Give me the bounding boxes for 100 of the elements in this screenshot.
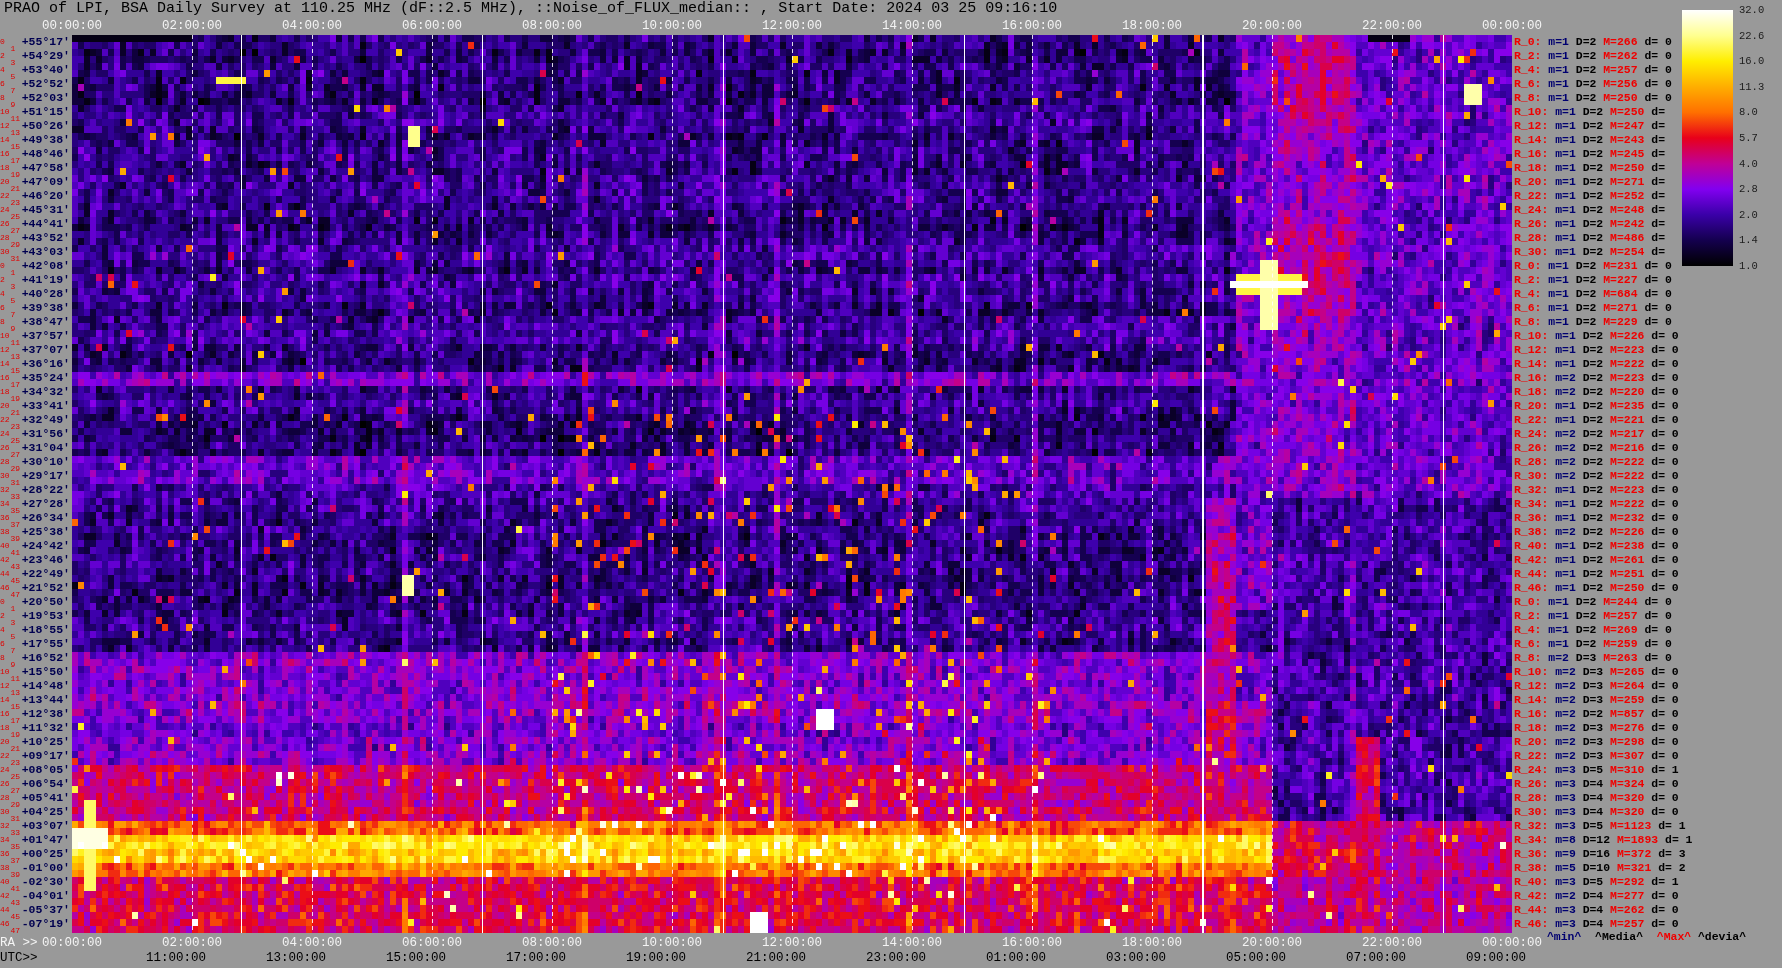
declination-label: +37°57′ xyxy=(21,329,70,343)
time-tick-label: 00:00:00 xyxy=(1482,936,1542,951)
declination-label: +28°22′ xyxy=(21,483,70,497)
beam-stats-line: R_20: m=1 D=2 M=271 d= xyxy=(1514,175,1665,189)
beam-stats-line: R_26: m=2 D=2 M=216 d= 0 xyxy=(1514,441,1679,455)
beam-stats-line: R_8: m=2 D=3 M=263 d= 0 xyxy=(1514,651,1672,665)
beam-stats-line: R_8: m=1 D=2 M=229 d= 0 xyxy=(1514,315,1672,329)
declination-label: +00°25′ xyxy=(21,847,70,861)
beam-stats-line: R_22: m=1 D=2 M=252 d= xyxy=(1514,189,1665,203)
beam-number: 3 xyxy=(10,58,16,68)
beam-number: 10 xyxy=(0,667,10,677)
beam-number: 8 xyxy=(0,317,5,327)
beam-number: 2 xyxy=(0,275,5,285)
beam-number: 25 xyxy=(10,772,21,782)
beam-number: 0 xyxy=(0,597,5,607)
beam-stats-line: R_14: m=1 D=2 M=222 d= 0 xyxy=(1514,357,1679,371)
beam-stats-line: R_14: m=2 D=3 M=259 d= 0 xyxy=(1514,693,1679,707)
declination-label: -07°19′ xyxy=(21,917,70,931)
beam-number: 23 xyxy=(10,758,21,768)
beam-number: 31 xyxy=(10,814,21,824)
beam-number: 1 xyxy=(10,268,16,278)
beam-number: 15 xyxy=(10,702,21,712)
beam-number: 20 xyxy=(0,737,10,747)
beam-stats-line: R_10: m=1 D=2 M=226 d= 0 xyxy=(1514,329,1679,343)
beam-number: 4 xyxy=(0,625,5,635)
declination-label: +43°52′ xyxy=(21,231,70,245)
beam-number: 37 xyxy=(10,520,21,530)
beam-stats-line: R_8: m=1 D=2 M=250 d= 0 xyxy=(1514,91,1672,105)
column-legend-label: ^devia^ xyxy=(1698,931,1747,943)
time-tick-label: 03:00:00 xyxy=(1106,951,1166,966)
beam-number: 38 xyxy=(0,863,10,873)
declination-label: +30°10′ xyxy=(21,455,70,469)
declination-label: +35°24′ xyxy=(21,371,70,385)
color-scale-tick-label: 32.0 xyxy=(1739,4,1765,16)
declination-label: +31°56′ xyxy=(21,427,70,441)
beam-number: 35 xyxy=(10,506,21,516)
declination-label: +52°03′ xyxy=(21,91,70,105)
beam-stats-line: R_26: m=3 D=4 M=324 d= 0 xyxy=(1514,777,1679,791)
beam-stats-line: R_40: m=3 D=5 M=292 d= 1 xyxy=(1514,875,1679,889)
beam-number: 38 xyxy=(0,527,10,537)
beam-number: 43 xyxy=(10,898,21,908)
time-tick-label: 22:00:00 xyxy=(1362,19,1422,34)
beam-number: 42 xyxy=(0,555,10,565)
beam-stats-line: R_24: m=2 D=2 M=217 d= 0 xyxy=(1514,427,1679,441)
time-tick-label: 12:00:00 xyxy=(762,936,822,951)
declination-label: +14°48′ xyxy=(21,679,70,693)
beam-stats-line: R_6: m=1 D=2 M=259 d= 0 xyxy=(1514,637,1672,651)
beam-number: 11 xyxy=(10,338,21,348)
beam-number: 20 xyxy=(0,401,10,411)
beam-number: 33 xyxy=(10,828,21,838)
beam-stats-line: R_32: m=3 D=5 M=1123 d= 1 xyxy=(1514,819,1686,833)
beam-number: 7 xyxy=(10,86,16,96)
beam-number: 35 xyxy=(10,842,21,852)
beam-number: 18 xyxy=(0,723,10,733)
beam-stats-line: R_6: m=1 D=2 M=256 d= 0 xyxy=(1514,77,1672,91)
beam-number: 24 xyxy=(0,205,10,215)
declination-label: +17°55′ xyxy=(21,637,70,651)
beam-number: 31 xyxy=(10,254,21,264)
beam-number: 0 xyxy=(0,261,5,271)
declination-label: +21°52′ xyxy=(21,581,70,595)
declination-label: +54°29′ xyxy=(21,49,70,63)
declination-label: +51°15′ xyxy=(21,105,70,119)
beam-number: 39 xyxy=(10,534,21,544)
declination-label: +37°07′ xyxy=(21,343,70,357)
time-tick-label: 09:00:00 xyxy=(1466,951,1526,966)
beam-stats-line: R_12: m=2 D=3 M=264 d= 0 xyxy=(1514,679,1679,693)
beam-stats-line: R_4: m=1 D=2 M=269 d= 0 xyxy=(1514,623,1672,637)
beam-number: 2 xyxy=(0,611,5,621)
beam-number: 3 xyxy=(10,618,16,628)
beam-number: 33 xyxy=(10,492,21,502)
beam-number: 15 xyxy=(10,142,21,152)
declination-label: +38°47′ xyxy=(21,315,70,329)
time-tick-label: 12:00:00 xyxy=(762,19,822,34)
time-tick-label: 16:00:00 xyxy=(1002,936,1062,951)
beam-stats-line: R_18: m=2 D=3 M=276 d= 0 xyxy=(1514,721,1679,735)
beam-number: 22 xyxy=(0,415,10,425)
beam-stats-line: R_30: m=3 D=4 M=320 d= 0 xyxy=(1514,805,1679,819)
beam-stats-line: R_4: m=1 D=2 M=684 d= 0 xyxy=(1514,287,1672,301)
beam-stats-line: R_46: m=3 D=4 M=257 d= 0 xyxy=(1514,917,1679,931)
beam-number: 8 xyxy=(0,93,5,103)
declination-label: +48°46′ xyxy=(21,147,70,161)
beam-stats-line: R_34: m=8 D=12 M=1893 d= 1 xyxy=(1514,833,1693,847)
beam-stats-line: R_24: m=1 D=2 M=248 d= xyxy=(1514,203,1665,217)
declination-label: +01°47′ xyxy=(21,833,70,847)
declination-label: +11°32′ xyxy=(21,721,70,735)
beam-number: 3 xyxy=(10,282,16,292)
beam-number: 22 xyxy=(0,191,10,201)
beam-number: 29 xyxy=(10,464,21,474)
chart-title: PRAO of LPI, BSA Daily Survey at 110.25 MHz (dF::2.5 MHz), ::Noise_of_FLUX_median:: , Start Date: 2024 03 25 09:16:10 xyxy=(3,0,1058,18)
beam-number: 14 xyxy=(0,359,10,369)
beam-number: 10 xyxy=(0,331,10,341)
declination-label: +36°16′ xyxy=(21,357,70,371)
declination-label: +24°42′ xyxy=(21,539,70,553)
beam-number: 17 xyxy=(10,380,21,390)
beam-number: 32 xyxy=(0,485,10,495)
beam-number: 36 xyxy=(0,849,10,859)
beam-stats-line: R_18: m=2 D=2 M=220 d= 0 xyxy=(1514,385,1679,399)
declination-label: +08°05′ xyxy=(21,763,70,777)
beam-number: 26 xyxy=(0,219,10,229)
time-tick-label: 08:00:00 xyxy=(522,936,582,951)
